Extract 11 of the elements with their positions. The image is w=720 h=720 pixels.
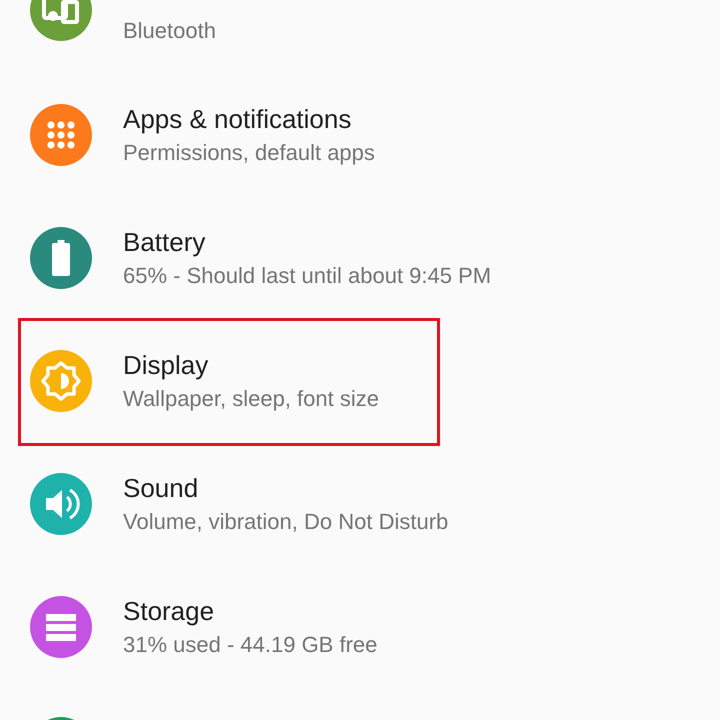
setting-title: Display [123,348,210,382]
setting-title: Battery [123,226,206,258]
setting-summary: Wallpaper, sleep, font size [123,384,379,413]
setting-title: Storage [123,594,216,628]
setting-summary: Bluetooth [123,17,216,45]
setting-summary: 65% - Should last until about 9:45 PM [123,262,492,290]
setting-summary: Permissions, default apps [123,138,375,167]
setting-title: Apps & notifications [123,102,352,136]
setting-summary: Volume, vibration, Do Not Disturb [123,508,448,536]
setting-summary: 31% used - 44.19 GB free [123,630,378,658]
setting-title: Sound [123,472,200,504]
